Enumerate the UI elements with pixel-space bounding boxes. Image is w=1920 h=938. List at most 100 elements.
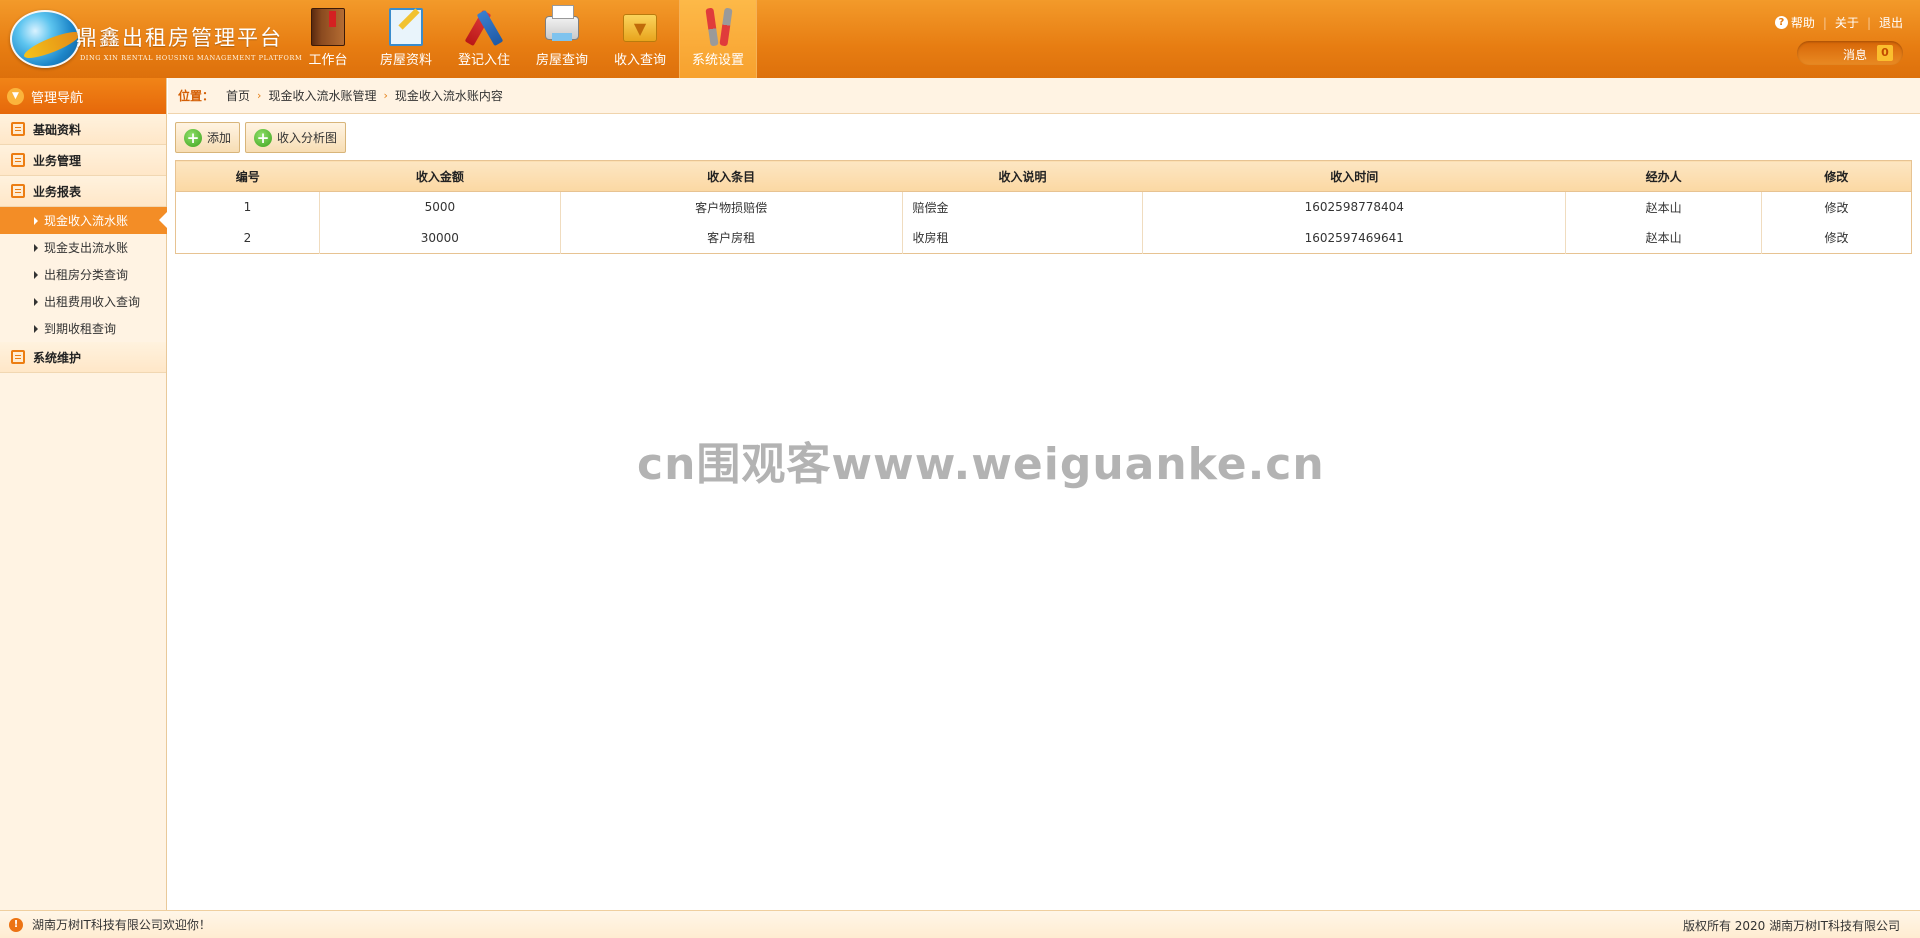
about-link[interactable]: 关于 — [1835, 14, 1859, 31]
nav-workbench[interactable]: 工作台 — [289, 0, 367, 78]
messages-button[interactable]: 消息 0 — [1797, 41, 1903, 65]
divider: | — [1822, 15, 1827, 30]
top-header: 鼎鑫出租房管理平台 DING XIN RENTAL HOUSING MANAGE… — [0, 0, 1920, 78]
sidebar-item-label: 现金收入流水账 — [44, 214, 129, 228]
nav-system-settings[interactable]: 系统设置 — [679, 0, 757, 78]
caret-right-icon — [34, 270, 38, 279]
sidebar-item-label: 出租房分类查询 — [44, 268, 129, 282]
checkin-pencil-icon — [467, 8, 501, 46]
income-table: 编号 收入金额 收入条目 收入说明 收入时间 经办人 修改 1 5000 客户物… — [175, 160, 1912, 254]
column-header: 收入时间 — [1142, 160, 1566, 192]
cell-item: 客户物损赔偿 — [559, 191, 903, 223]
logout-link[interactable]: 退出 — [1879, 14, 1903, 31]
sidebar-group-basic-data[interactable]: 基础资料 — [0, 114, 166, 145]
toolbar: + 添加 + 收入分析图 — [175, 122, 351, 153]
app-title: 鼎鑫出租房管理平台 — [76, 26, 283, 50]
income-chart-button-label: 收入分析图 — [277, 131, 338, 145]
list-icon — [11, 122, 25, 136]
cell-handler: 赵本山 — [1565, 222, 1762, 254]
chevron-right-icon: › — [257, 89, 262, 102]
sidebar-group-reports[interactable]: 业务报表 — [0, 176, 166, 207]
house-docs-icon — [389, 8, 423, 46]
sidebar-item-label: 到期收租查询 — [44, 322, 117, 336]
cell-handler: 赵本山 — [1565, 191, 1762, 223]
sidebar-group-system-maintenance[interactable]: 系统维护 — [0, 342, 166, 373]
breadcrumb-home[interactable]: 首页 — [226, 87, 250, 104]
plus-icon: + — [184, 128, 202, 147]
info-icon: ! — [9, 917, 23, 932]
cell-amount: 5000 — [318, 191, 561, 223]
folder-download-icon — [623, 14, 657, 42]
messages-count-badge: 0 — [1877, 45, 1893, 61]
caret-right-icon — [34, 297, 38, 306]
watermark-text: cn围观客www.weiguanke.cn — [637, 439, 1325, 490]
nav-house-info[interactable]: 房屋资料 — [367, 0, 445, 78]
footer: ! 湖南万树IT科技有限公司欢迎你！ 版权所有 2020 湖南万树IT科技有限公… — [0, 910, 1920, 938]
nav-checkin[interactable]: 登记入住 — [445, 0, 523, 78]
sidebar-header: ▼ 管理导航 — [0, 78, 166, 114]
main-content: 位置： 首页 › 现金收入流水账管理 › 现金收入流水账内容 + 添加 + 收入… — [168, 78, 1920, 910]
nav-label: 工作台 — [308, 53, 348, 68]
edit-link[interactable]: 修改 — [1825, 201, 1849, 215]
cell-description: 赔偿金 — [901, 191, 1143, 223]
sidebar-item-cash-income[interactable]: 现金收入流水账 — [0, 207, 167, 234]
globe-logo-icon — [10, 10, 80, 68]
add-button-label: 添加 — [207, 131, 232, 145]
breadcrumb: 位置： 首页 › 现金收入流水账管理 › 现金收入流水账内容 — [168, 78, 1920, 114]
messages-label: 消息 — [1843, 48, 1868, 62]
cell-description: 收房租 — [901, 222, 1143, 254]
breadcrumb-income-management[interactable]: 现金收入流水账管理 — [268, 87, 376, 104]
sidebar-item-label: 现金支出流水账 — [44, 241, 129, 255]
sidebar-group-business[interactable]: 业务管理 — [0, 145, 166, 176]
caret-right-icon — [34, 324, 38, 333]
sidebar-item-cash-expense[interactable]: 现金支出流水账 — [0, 234, 166, 261]
caret-right-icon — [34, 216, 38, 225]
cell-id: 2 — [243, 230, 252, 245]
caret-right-icon — [34, 243, 38, 252]
sidebar-item-rental-category[interactable]: 出租房分类查询 — [0, 261, 166, 288]
table-row: 1 5000 客户物损赔偿 赔偿金 1602598778404 赵本山 修改 — [176, 191, 1912, 223]
column-header: 修改 — [1761, 160, 1912, 192]
footer-welcome: 湖南万树IT科技有限公司欢迎你！ — [32, 918, 211, 932]
column-header: 收入金额 — [319, 160, 561, 192]
printer-icon — [545, 5, 579, 41]
help-icon: ? — [1774, 16, 1788, 29]
top-links: ? 帮助 | 关于 | 退出 — [1774, 14, 1903, 31]
sidebar-title: 管理导航 — [31, 90, 84, 106]
cell-time: 1602598778404 — [1142, 191, 1566, 223]
workbench-book-icon — [311, 8, 345, 46]
app-subtitle: DING XIN RENTAL HOUSING MANAGEMENT PLATF… — [80, 54, 303, 62]
sidebar: ▼ 管理导航 基础资料 业务管理 业务报表 现金收入流水账 现金支出流水账 出租… — [0, 78, 167, 910]
table-header-row: 编号 收入金额 收入条目 收入说明 收入时间 经办人 修改 — [175, 160, 1912, 192]
app-logo: 鼎鑫出租房管理平台 DING XIN RENTAL HOUSING MANAGE… — [6, 6, 302, 72]
nav-income-query[interactable]: 收入查询 — [601, 0, 679, 78]
cell-id: 1 — [243, 200, 252, 215]
column-header: 收入说明 — [902, 160, 1143, 192]
chevron-down-icon: ▼ — [7, 87, 24, 105]
top-navigation: 工作台 房屋资料 登记入住 房屋查询 收入查询 系统设置 — [289, 0, 757, 78]
sidebar-group-label: 基础资料 — [33, 122, 82, 137]
nav-house-query[interactable]: 房屋查询 — [523, 0, 601, 78]
column-header: 收入条目 — [560, 160, 903, 192]
breadcrumb-label: 位置： — [178, 89, 215, 103]
nav-label: 收入查询 — [613, 53, 666, 68]
income-chart-button[interactable]: + 收入分析图 — [245, 122, 347, 153]
breadcrumb-current: 现金收入流水账内容 — [394, 89, 503, 103]
cell-time: 1602597469641 — [1142, 222, 1566, 254]
help-link[interactable]: 帮助 — [1791, 14, 1815, 31]
edit-icon — [11, 184, 25, 198]
cell-amount: 30000 — [318, 222, 561, 254]
add-button[interactable]: + 添加 — [175, 122, 241, 153]
nav-label: 系统设置 — [691, 53, 744, 68]
column-header: 经办人 — [1565, 160, 1762, 192]
nav-label: 登记入住 — [457, 53, 510, 68]
plus-icon: + — [254, 128, 273, 147]
column-header: 编号 — [175, 160, 320, 192]
table-row: 2 30000 客户房租 收房租 1602597469641 赵本山 修改 — [176, 222, 1912, 254]
sidebar-item-rental-fee-income[interactable]: 出租费用收入查询 — [0, 288, 166, 315]
sidebar-item-due-rent[interactable]: 到期收租查询 — [0, 315, 166, 342]
chevron-right-icon: › — [383, 89, 388, 102]
sidebar-group-label: 业务管理 — [33, 153, 82, 168]
tools-icon — [702, 8, 736, 46]
edit-link[interactable]: 修改 — [1825, 231, 1849, 245]
